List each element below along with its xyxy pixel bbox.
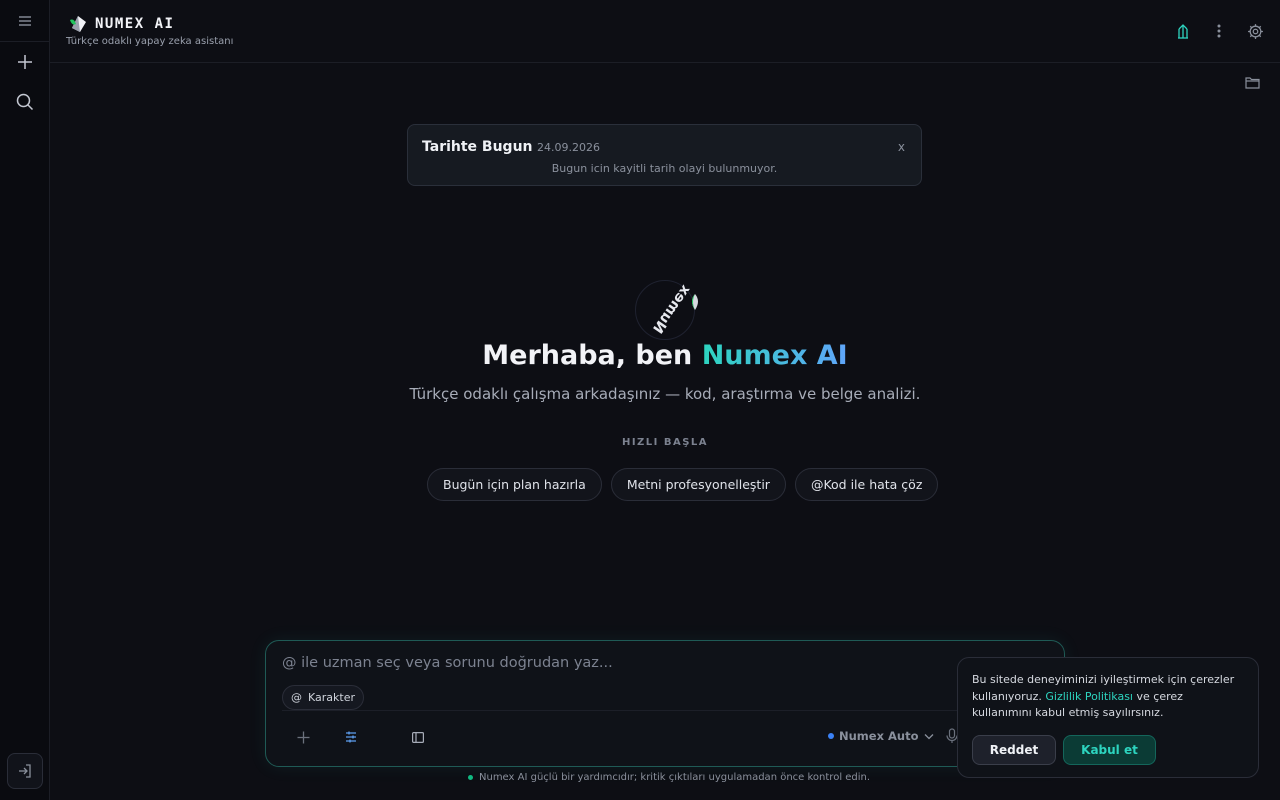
history-title: Tarihte Bugun bbox=[422, 139, 533, 155]
hero-title-accent: Numex AI bbox=[701, 340, 848, 371]
hero-logo-text: Numex bbox=[649, 281, 694, 337]
more-vertical-icon[interactable] bbox=[1210, 20, 1228, 42]
history-message: Bugun icin kayitli tarih olayi bulunmuyo… bbox=[551, 162, 778, 175]
bank-icon[interactable] bbox=[1174, 20, 1192, 42]
app-tagline: Türkçe odaklı yapay zeka asistanı bbox=[66, 36, 234, 47]
composer: @ Karakter Numex Auto bbox=[265, 640, 1065, 767]
plus-icon bbox=[18, 55, 32, 69]
panel-icon bbox=[412, 731, 424, 743]
plus-icon bbox=[297, 731, 309, 743]
chip-code-fix[interactable]: @Kod ile hata çöz bbox=[794, 468, 939, 501]
composer-divider bbox=[282, 710, 1048, 711]
login-button[interactable] bbox=[7, 753, 43, 789]
hero-logo: Numex bbox=[635, 280, 698, 340]
app-name: NUMEX AI bbox=[95, 16, 175, 32]
privacy-policy-link[interactable]: Gizlilik Politikası bbox=[1045, 690, 1133, 703]
sliders-icon bbox=[346, 731, 356, 743]
accept-cookies-button[interactable]: Kabul et bbox=[1063, 735, 1156, 765]
reject-cookies-button[interactable]: Reddet bbox=[972, 735, 1056, 765]
footnote: Numex AI güçlü bir yardımcıdır; kritik ç… bbox=[468, 772, 870, 783]
chip-professionalize[interactable]: Metni profesyonelleştir bbox=[610, 468, 786, 501]
character-label: Karakter bbox=[308, 691, 355, 704]
logo-icon bbox=[70, 16, 86, 32]
history-close-button[interactable]: x bbox=[898, 140, 905, 154]
settings-sliders-button[interactable] bbox=[341, 727, 361, 747]
chip-plan[interactable]: Bugün için plan hazırla bbox=[427, 468, 602, 501]
chevron-down-icon bbox=[924, 733, 933, 739]
top-header: NUMEX AI Türkçe odaklı yapay zeka asista… bbox=[50, 0, 1280, 63]
at-icon: @ bbox=[291, 691, 302, 704]
history-date: 24.09.2026 bbox=[537, 141, 600, 154]
footnote-dot bbox=[468, 775, 473, 780]
leaf-icon bbox=[692, 294, 698, 310]
model-label: Numex Auto bbox=[839, 729, 919, 743]
attach-button[interactable] bbox=[293, 727, 313, 747]
sidebar-header bbox=[0, 0, 49, 42]
hero-subtitle: Türkçe odaklı çalışma arkadaşınız — kod,… bbox=[409, 385, 921, 403]
character-button[interactable]: @ Karakter bbox=[282, 685, 364, 710]
history-card: Tarihte Bugun 24.09.2026 x Bugun icin ka… bbox=[407, 124, 922, 186]
search-icon bbox=[16, 93, 34, 111]
brand[interactable]: NUMEX AI bbox=[66, 14, 174, 34]
message-input[interactable] bbox=[282, 655, 962, 671]
footnote-text: Numex AI güçlü bir yardımcıdır; kritik ç… bbox=[479, 772, 871, 783]
cookie-banner: Bu sitede deneyiminizi iyileştirmek için… bbox=[957, 657, 1259, 778]
quick-start-label: HIZLI BAŞLA bbox=[621, 437, 709, 448]
hero-title: Merhaba, ben Numex AI bbox=[0, 340, 1280, 371]
header-actions bbox=[1174, 20, 1264, 42]
hero-title-prefix: Merhaba, ben bbox=[482, 340, 702, 371]
gear-icon[interactable] bbox=[1246, 20, 1264, 42]
login-icon bbox=[19, 764, 31, 778]
cookie-text: Bu sitede deneyiminizi iyileştirmek için… bbox=[972, 672, 1242, 722]
folder-icon[interactable] bbox=[1243, 73, 1261, 91]
model-selector[interactable]: Numex Auto bbox=[828, 729, 934, 743]
quick-start-chips: Bugün için plan hazırla Metni profesyone… bbox=[427, 468, 939, 501]
model-status-dot bbox=[828, 733, 834, 739]
menu-icon[interactable] bbox=[0, 1, 49, 41]
search-button[interactable] bbox=[0, 82, 50, 122]
new-chat-button[interactable] bbox=[0, 42, 50, 82]
panel-button[interactable] bbox=[408, 727, 428, 747]
